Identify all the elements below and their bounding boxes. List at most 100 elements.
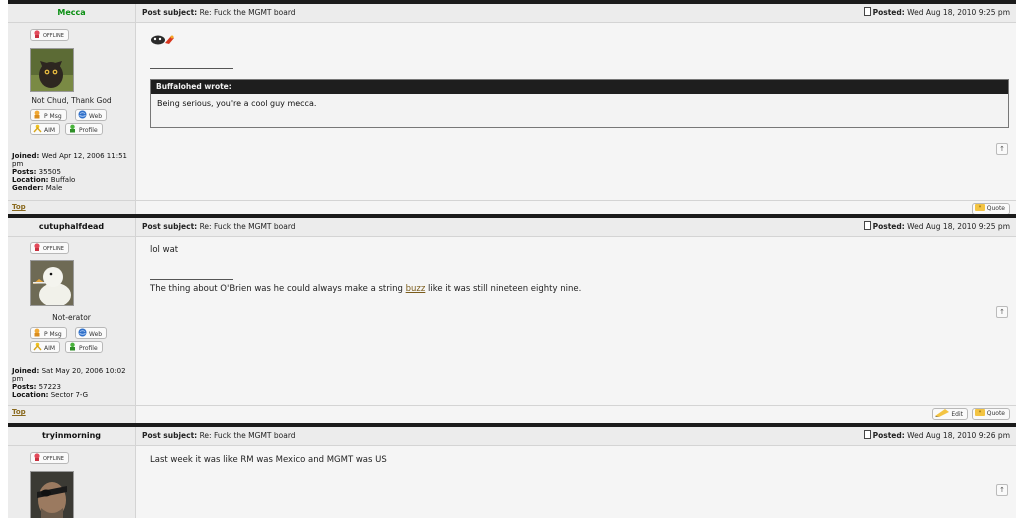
author-name[interactable]: tryinmorning — [8, 427, 135, 446]
edit-label: Edit — [951, 411, 963, 418]
quote-label: Quote — [986, 205, 1005, 212]
post-message: lol wat — [150, 245, 179, 255]
gender-value: Male — [45, 184, 63, 192]
offline-badge: OFFLINE — [30, 452, 69, 464]
profile-label: Profile — [79, 345, 98, 352]
joined-row: Joined: Wed Apr 12, 2006 11:51 pm — [12, 152, 134, 168]
status-text: OFFLINE — [43, 246, 64, 252]
top-link[interactable]: Top — [12, 203, 26, 211]
joined-row: Joined: Sat May 20, 2006 10:02 pm — [12, 367, 134, 383]
posts-value: 57223 — [38, 383, 61, 391]
signature: The thing about O'Brien was he could alw… — [150, 284, 581, 294]
joined-label: Joined: — [12, 367, 40, 375]
post-header: Post subject: Re: Fuck the MGMT board Po… — [136, 218, 1016, 237]
quote-author: Buffalohed wrote: — [151, 80, 1008, 94]
status-text: OFFLINE — [43, 456, 64, 462]
top-link[interactable]: Top — [12, 408, 26, 416]
status-icon — [33, 243, 41, 255]
pm-button[interactable]: P Msg — [30, 327, 67, 339]
post-date: Posted: Wed Aug 18, 2010 9:26 pm — [863, 427, 1010, 445]
status-text: OFFLINE — [43, 33, 64, 39]
gender-label: Gender: — [12, 184, 44, 192]
back-to-top-button[interactable]: ↑ — [996, 306, 1008, 318]
globe-icon — [78, 110, 87, 123]
edit-icon — [935, 409, 950, 421]
pm-button[interactable]: P Msg — [30, 109, 67, 121]
status-icon — [33, 453, 41, 465]
posted-label: Posted: — [872, 431, 905, 440]
post-footer-left: Top — [8, 405, 135, 420]
posted-text: Wed Aug 18, 2010 9:26 pm — [907, 431, 1010, 440]
subject-text: Re: Fuck the MGMT board — [199, 431, 296, 440]
post-icon[interactable] — [863, 221, 871, 230]
svg-text:": " — [978, 410, 981, 416]
avatar[interactable] — [30, 48, 74, 92]
subject-text: Re: Fuck the MGMT board — [199, 222, 296, 231]
post-date: Posted: Wed Aug 18, 2010 9:25 pm — [863, 218, 1010, 236]
subject-text: Re: Fuck the MGMT board — [199, 8, 296, 17]
signature-text-start: The thing about O'Brien was he could alw… — [150, 284, 403, 294]
status-icon — [33, 30, 41, 42]
profile-label: Profile — [79, 127, 98, 134]
profile-details: Joined: Sat May 20, 2006 10:02 pm Posts:… — [12, 367, 134, 399]
pm-icon — [33, 328, 42, 341]
posts-row: Posts: 57223 — [12, 383, 134, 391]
profile-button[interactable]: Profile — [65, 341, 103, 353]
pm-label: P Msg — [44, 113, 62, 120]
profile-button[interactable]: Profile — [65, 123, 103, 135]
posts-label: Posts: — [12, 383, 37, 391]
aim-button[interactable]: AIM — [30, 123, 61, 137]
avatar[interactable] — [30, 471, 74, 518]
signature-divider — [150, 279, 233, 280]
web-button[interactable]: Web — [75, 109, 108, 123]
post-icon[interactable] — [863, 430, 871, 439]
location-value: Buffalo — [50, 176, 76, 184]
location-row: Location: Sector 7-G — [12, 391, 134, 399]
location-row: Location: Buffalo — [12, 176, 134, 184]
globe-icon — [78, 328, 87, 341]
post-header: Post subject: Re: Fuck the MGMT board Po… — [136, 427, 1016, 446]
back-to-top-button[interactable]: ↑ — [996, 484, 1008, 496]
post-footer-right: Edit " Quote — [136, 405, 1016, 420]
edit-button[interactable]: Edit — [932, 408, 968, 420]
posted-label: Posted: — [872, 8, 905, 17]
web-label: Web — [89, 113, 103, 120]
post-2: cutuphalfdead Post subject: Re: Fuck the… — [8, 218, 1016, 423]
web-button[interactable]: Web — [75, 327, 108, 341]
offline-badge: OFFLINE — [30, 29, 69, 41]
quote-block: Buffalohed wrote: Being serious, you're … — [150, 79, 1009, 128]
aim-button[interactable]: AIM — [30, 341, 61, 353]
emoticon-image — [150, 31, 176, 50]
pm-icon — [33, 110, 42, 123]
posted-text: Wed Aug 18, 2010 9:25 pm — [907, 8, 1010, 17]
posted-text: Wed Aug 18, 2010 9:25 pm — [907, 222, 1010, 231]
subject-label: Post subject: — [142, 431, 198, 440]
signature-divider — [150, 68, 233, 69]
user-title: Not-erator — [52, 313, 91, 322]
quote-icon: " — [974, 409, 985, 420]
author-name[interactable]: Mecca — [8, 4, 135, 23]
post-icon[interactable] — [863, 7, 871, 16]
avatar[interactable] — [30, 260, 74, 307]
location-value: Sector 7-G — [50, 391, 89, 399]
posted-label: Posted: — [872, 222, 905, 231]
author-name[interactable]: cutuphalfdead — [8, 218, 135, 237]
quote-label: Quote — [986, 410, 1005, 417]
gender-row: Gender: Male — [12, 184, 134, 192]
post-subject: Post subject: Re: Fuck the MGMT board — [142, 4, 296, 22]
posts-value: 35505 — [38, 168, 61, 176]
post-1: Mecca Post subject: Re: Fuck the MGMT bo… — [8, 4, 1016, 215]
location-label: Location: — [12, 391, 49, 399]
post-footer-left: Top — [8, 200, 135, 215]
post-header: Post subject: Re: Fuck the MGMT board Po… — [136, 4, 1016, 23]
quote-button[interactable]: " Quote — [971, 408, 1010, 420]
subject-label: Post subject: — [142, 222, 198, 231]
signature-link[interactable]: buzz — [406, 284, 426, 294]
post-subject: Post subject: Re: Fuck the MGMT board — [142, 427, 296, 445]
back-to-top-button[interactable]: ↑ — [996, 143, 1008, 155]
aim-label: AIM — [44, 127, 56, 134]
aim-icon — [33, 124, 42, 137]
post-subject: Post subject: Re: Fuck the MGMT board — [142, 218, 296, 236]
post-3: tryinmorning Post subject: Re: Fuck the … — [8, 427, 1016, 518]
web-label: Web — [89, 331, 103, 338]
